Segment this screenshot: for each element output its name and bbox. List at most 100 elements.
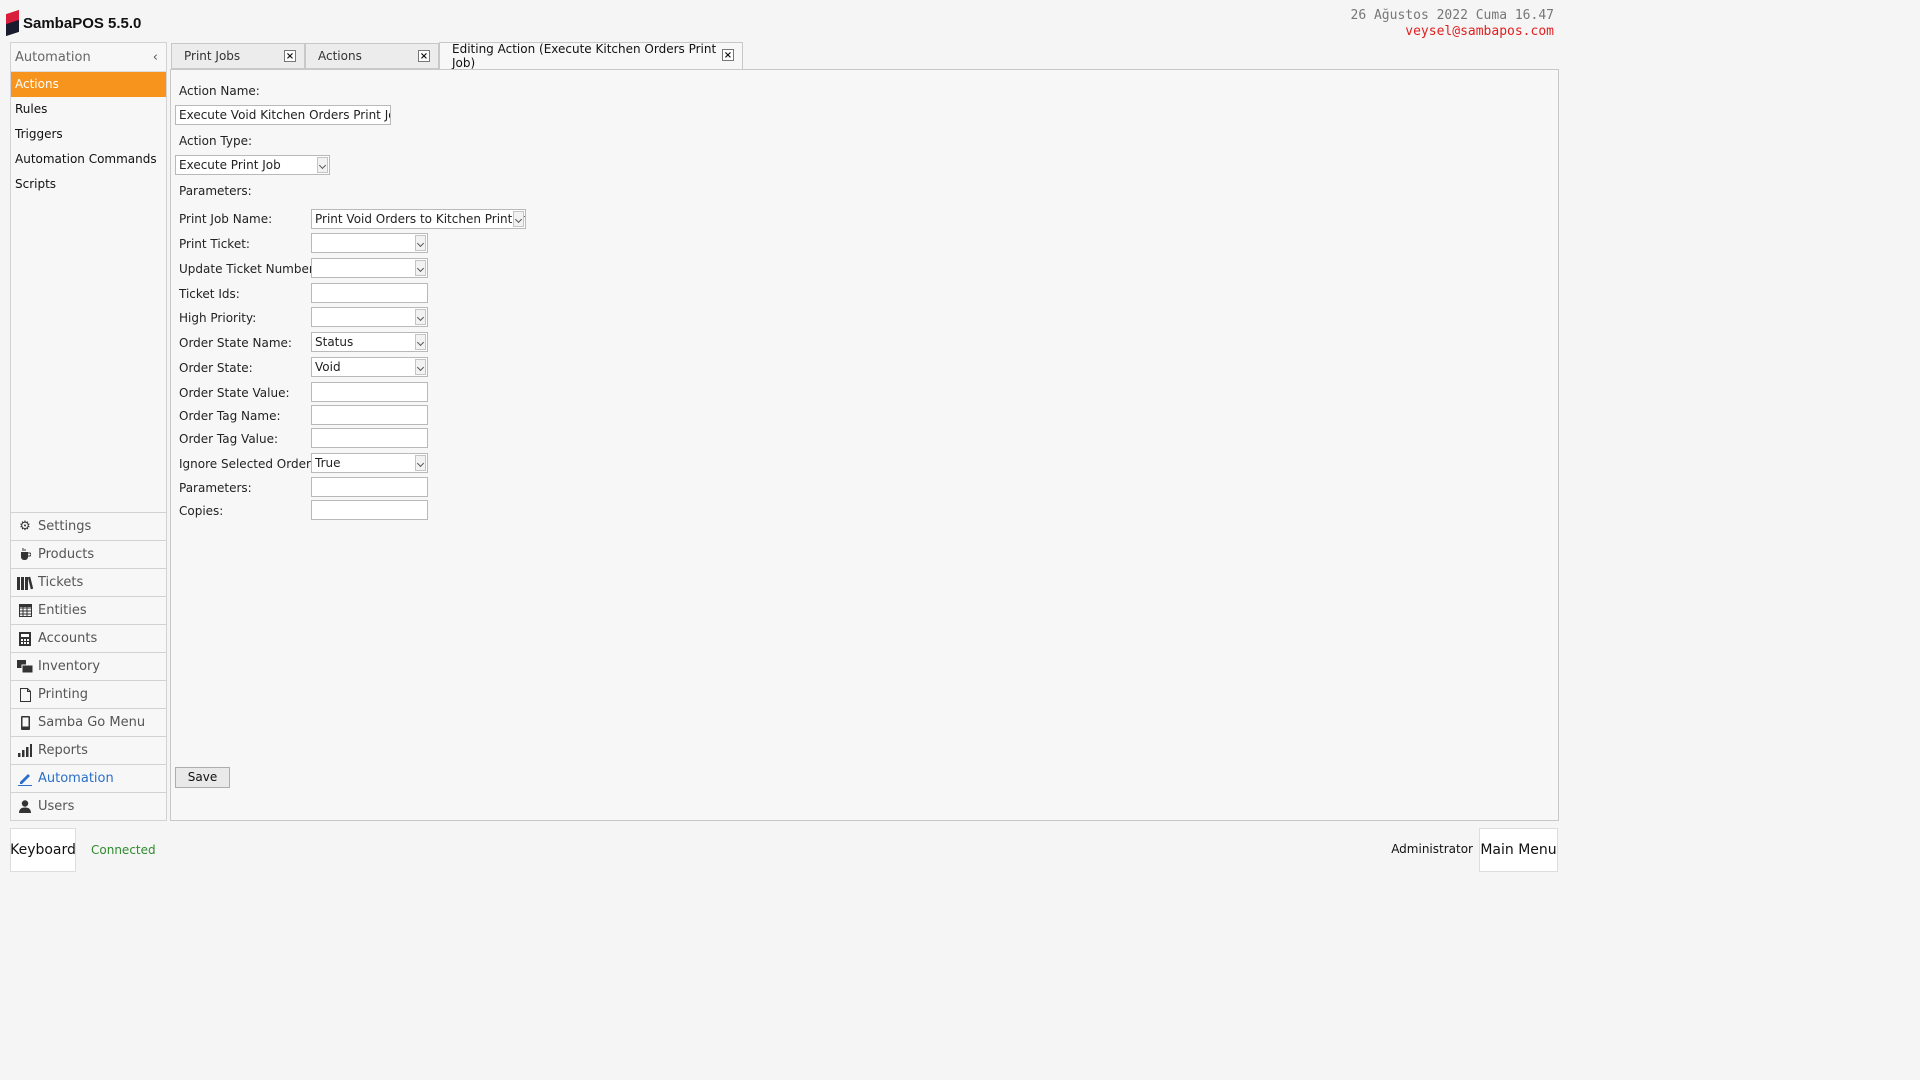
bar-chart-icon (17, 743, 33, 759)
nav-item-samba-go-menu[interactable]: Samba Go Menu (11, 708, 166, 736)
print-job-name-dropdown[interactable]: Print Void Orders to Kitchen Printer (311, 209, 526, 229)
nav-item-label: Users (38, 799, 75, 814)
action-type-label: Action Type: (179, 134, 253, 148)
nav-item-tickets[interactable]: Tickets (11, 568, 166, 596)
nav-item-settings[interactable]: ⚙ Settings (11, 512, 166, 540)
app-title-text: SambaPOS 5.5.0 (23, 14, 142, 32)
order-state-dropdown[interactable]: Void (311, 357, 428, 377)
sidebar-item-scripts[interactable]: Scripts (11, 172, 166, 197)
chevron-down-icon[interactable] (415, 455, 426, 471)
print-job-name-value: Print Void Orders to Kitchen Printer (315, 212, 525, 226)
nav-item-label: Reports (38, 743, 88, 758)
order-state-value-input[interactable] (311, 382, 428, 402)
calculator-icon (17, 631, 33, 647)
param-label-ignore-selected-orders: Ignore Selected Orders: (179, 457, 322, 471)
boxes-icon (17, 659, 33, 675)
param-label-order-tag-value: Order Tag Value: (179, 432, 279, 446)
close-icon[interactable]: × (418, 50, 430, 62)
tickets-icon (17, 575, 33, 591)
sidebar-item-triggers[interactable]: Triggers (11, 122, 166, 147)
sidebar-item-actions[interactable]: Actions (11, 72, 166, 97)
parameters-input[interactable] (311, 477, 428, 497)
chevron-left-icon[interactable]: ‹ (153, 50, 158, 65)
param-label-order-state-value: Order State Value: (179, 386, 290, 400)
nav-item-label: Products (38, 547, 95, 562)
param-label-print-ticket: Print Ticket: (179, 237, 250, 251)
chevron-down-icon[interactable] (317, 157, 328, 173)
nav-item-entities[interactable]: Entities (11, 596, 166, 624)
tab-actions[interactable]: Actions × (305, 43, 439, 69)
print-ticket-dropdown[interactable] (311, 233, 428, 253)
sidebar-item-automation-commands[interactable]: Automation Commands (11, 147, 166, 172)
editing-action-panel: Action Name: Execute Void Kitchen Orders… (170, 69, 1559, 821)
order-state-value: Void (315, 360, 341, 374)
chevron-down-icon[interactable] (513, 211, 524, 227)
sidebar-item-rules[interactable]: Rules (11, 97, 166, 122)
ignore-selected-orders-dropdown[interactable]: True (311, 453, 428, 473)
close-icon[interactable]: × (284, 50, 296, 62)
copies-input[interactable] (311, 500, 428, 520)
update-ticket-number-dropdown[interactable] (311, 258, 428, 278)
table-grid-icon (17, 603, 33, 619)
app-title: SambaPOS 5.5.0 (6, 9, 142, 37)
main-nav: ⚙ Settings Products Tickets Entities Acc… (11, 512, 166, 820)
param-label-update-ticket-number: Update Ticket Number: (179, 262, 318, 276)
sidebar-header[interactable]: Automation ‹ (11, 43, 166, 72)
order-state-name-value: Status (315, 335, 354, 349)
param-label-order-state: Order State: (179, 361, 253, 375)
order-tag-name-input[interactable] (311, 405, 428, 425)
param-label-parameters: Parameters: (179, 481, 252, 495)
nav-item-label: Tickets (38, 575, 84, 590)
connection-status: Connected (91, 843, 156, 857)
pencil-icon (17, 771, 33, 787)
param-label-high-priority: High Priority: (179, 311, 257, 325)
nav-item-label: Printing (38, 687, 89, 702)
order-tag-value-input[interactable] (311, 428, 428, 448)
nav-item-users[interactable]: Users (11, 792, 166, 820)
chevron-down-icon[interactable] (415, 334, 426, 350)
nav-item-accounts[interactable]: Accounts (11, 624, 166, 652)
keyboard-button[interactable]: Keyboard (10, 828, 76, 872)
param-label-print-job-name: Print Job Name: (179, 212, 273, 226)
nav-item-printing[interactable]: Printing (11, 680, 166, 708)
action-name-input[interactable]: Execute Void Kitchen Orders Print Job (175, 105, 391, 125)
datetime-label: 26 Ağustos 2022 Cuma 16.47 (1350, 8, 1555, 23)
nav-item-inventory[interactable]: Inventory (11, 652, 166, 680)
clock: 26 Ağustos 2022 Cuma 16.47 veysel@sambap… (1351, 8, 1555, 40)
chevron-down-icon[interactable] (415, 359, 426, 375)
save-button[interactable]: Save (175, 767, 230, 788)
action-type-value: Execute Print Job (179, 158, 281, 172)
chevron-down-icon[interactable] (415, 260, 426, 276)
main-menu-button[interactable]: Main Menu (1479, 828, 1558, 872)
sambapos-logo-icon (6, 9, 19, 37)
nav-item-label: Settings (38, 519, 92, 534)
nav-item-automation[interactable]: Automation (11, 764, 166, 792)
nav-item-label: Inventory (38, 659, 101, 674)
chevron-down-icon[interactable] (415, 309, 426, 325)
chevron-down-icon[interactable] (415, 235, 426, 251)
tab-print-jobs[interactable]: Print Jobs × (171, 43, 305, 69)
param-label-order-tag-name: Order Tag Name: (179, 409, 281, 423)
nav-item-products[interactable]: Products (11, 540, 166, 568)
order-state-name-dropdown[interactable]: Status (311, 332, 428, 352)
tab-label: Editing Action (Execute Kitchen Orders P… (452, 42, 717, 70)
document-icon (17, 687, 33, 703)
sidebar-header-label: Automation (15, 49, 91, 65)
close-icon[interactable]: × (722, 49, 734, 61)
high-priority-dropdown[interactable] (311, 307, 428, 327)
current-user: Administrator (1391, 842, 1473, 856)
action-type-dropdown[interactable]: Execute Print Job (175, 155, 330, 175)
param-label-order-state-name: Order State Name: (179, 336, 292, 350)
parameters-header: Parameters: (179, 184, 252, 198)
nav-item-label: Samba Go Menu (38, 715, 146, 730)
nav-item-label: Automation (38, 771, 114, 786)
tab-editing-action[interactable]: Editing Action (Execute Kitchen Orders P… (439, 42, 743, 70)
nav-item-reports[interactable]: Reports (11, 736, 166, 764)
ticket-ids-input[interactable] (311, 283, 428, 303)
param-label-ticket-ids: Ticket Ids: (179, 287, 240, 301)
action-name-label: Action Name: (179, 84, 260, 98)
gear-icon: ⚙ (19, 519, 31, 534)
sidebar: Automation ‹ Actions Rules Triggers Auto… (10, 42, 167, 821)
nav-item-label: Accounts (38, 631, 98, 646)
ignore-selected-orders-value: True (315, 456, 341, 470)
